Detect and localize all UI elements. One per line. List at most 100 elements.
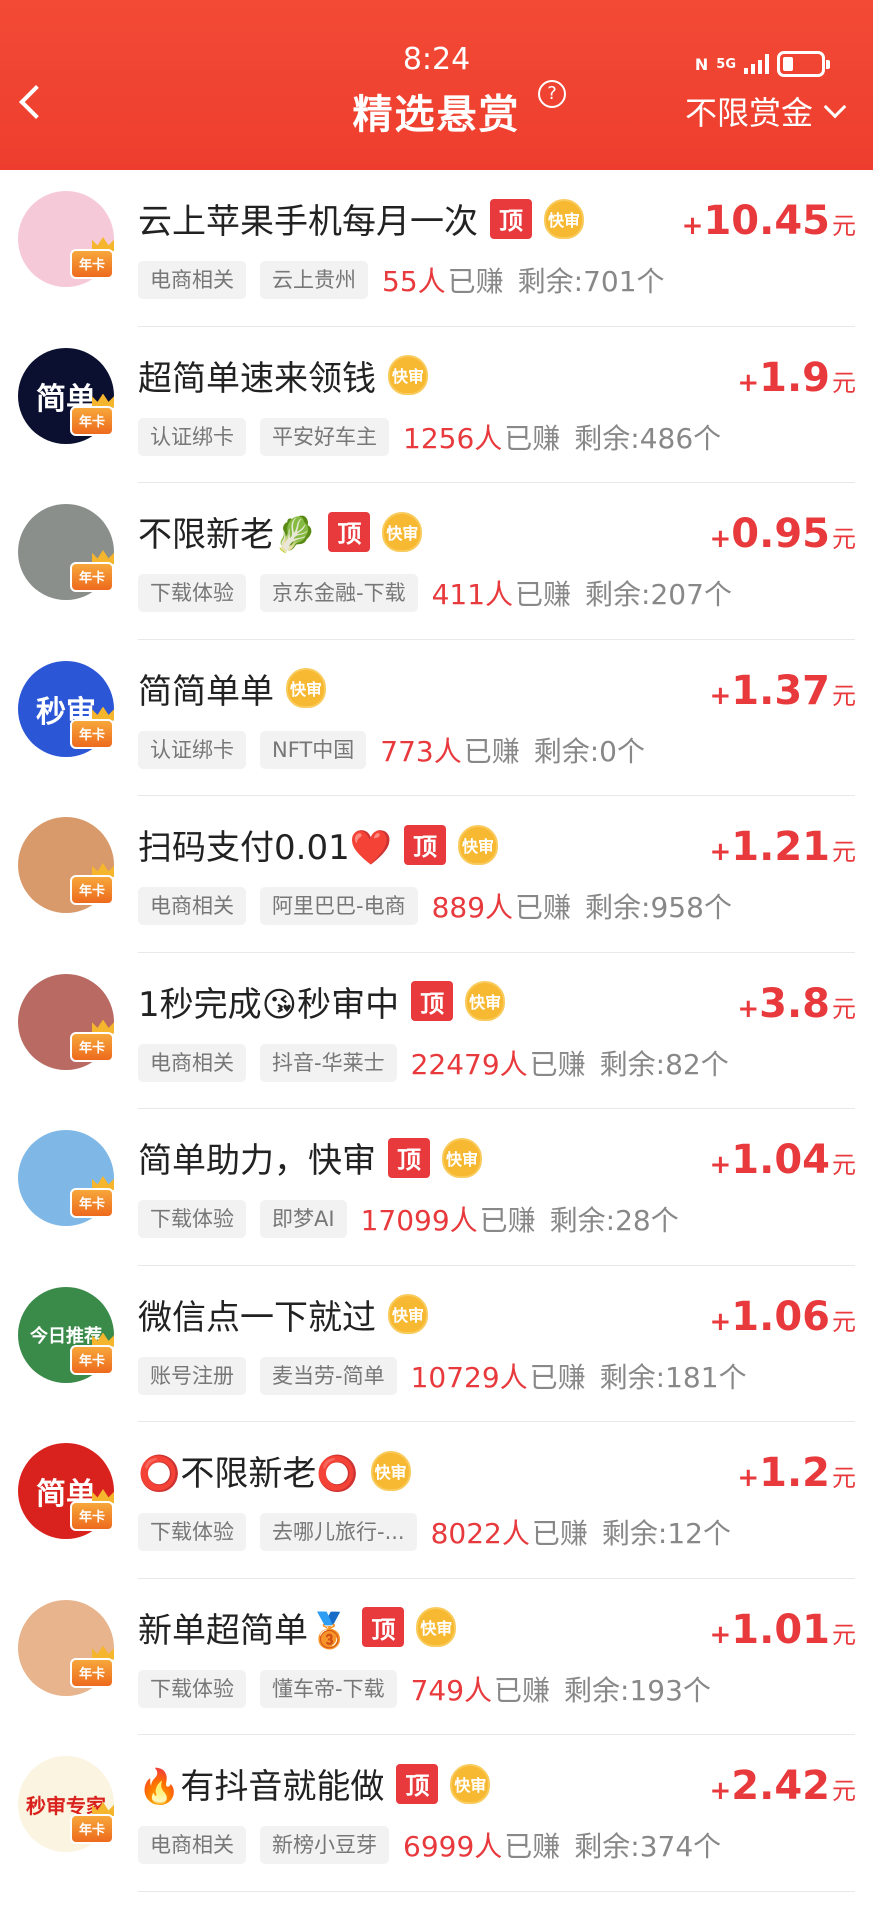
nfc-icon: N [694,54,709,74]
task-item[interactable]: 年卡 不限新老🥬 顶 快审 +0.95元 下载体验 京东金融-下载 411人 已… [0,483,873,640]
platform-tag: NFT中国 [260,730,367,769]
task-item[interactable]: 年卡 云上苹果手机每月一次 顶 快审 +10.45元 电商相关 云上贵州 55人… [0,170,873,327]
reward-amount: 1.9 [759,354,830,401]
task-item[interactable]: 秒审专家 年卡 🔥有抖音就能做 顶 快审 +2.42元 电商相关 新榜小豆芽 6… [0,1735,873,1892]
chevron-down-icon [823,95,847,119]
task-meta-row: 电商相关 抖音-华莱士 22479人 已赚 剩余:82个 [138,1043,729,1083]
reward-price: +1.21元 [710,824,857,870]
task-item[interactable]: 年卡 简单助力，快审 顶 快审 +1.04元 下载体验 即梦AI 17099人 … [0,1109,873,1266]
avatar: 年卡 [18,817,114,913]
category-tag: 认证绑卡 [138,417,246,456]
task-item[interactable]: 秒审 年卡 简简单单 快审 +1.37元 认证绑卡 NFT中国 773人 已赚 … [0,640,873,797]
task-title: 扫码支付0.01❤️ [138,828,393,868]
remain-value: 374 [639,1830,694,1863]
category-tag: 电商相关 [138,261,246,299]
remaining-count: 剩余:374个 [574,1825,721,1865]
remain-value: 207 [650,578,704,611]
currency-unit: 元 [832,994,856,1023]
fast-review-badge: 快审 [286,668,326,708]
remain-prefix: 剩余: [574,421,640,455]
remain-prefix: 剩余: [564,1673,630,1707]
remaining-count: 剩余:486个 [574,417,721,457]
remain-suffix: 个 [693,421,722,455]
earned-label: 已赚 [515,891,572,924]
plus-sign: + [709,680,732,711]
remaining-count: 剩余:181个 [600,1356,747,1396]
task-meta-row: 下载体验 即梦AI 17099人 已赚 剩余:28个 [138,1199,679,1239]
platform-tag: 阿里巴巴-电商 [260,887,418,925]
task-title: 简简单单 [138,671,274,712]
fast-review-badge: 快审 [382,511,423,552]
plus-sign: + [681,211,704,241]
fast-review-badge: 快审 [458,824,499,865]
task-item[interactable]: 年卡 新单超简单🥉 顶 快审 +1.01元 下载体验 懂车帝-下载 749人 已… [0,1579,873,1736]
earned-label: 已赚 [529,1360,586,1394]
task-title: 简单助力，快审 [138,1141,376,1181]
task-title-row: 新单超简单🥉 顶 快审 [138,1603,457,1652]
remain-suffix: 个 [682,1673,711,1707]
category-tag: 电商相关 [138,1826,246,1864]
fast-review-badge: 快审 [370,1450,411,1491]
category-tag: 下载体验 [138,1669,246,1708]
status-icons: N 5G [694,50,830,78]
top-badge: 顶 [388,1137,430,1178]
remain-value: 0 [599,734,617,768]
task-item[interactable]: 今日推荐 年卡 微信点一下就过 快审 +1.06元 账号注册 麦当劳-简单 10… [0,1266,873,1423]
avatar: 秒审专家 年卡 [18,1756,114,1852]
earned-count: 411人 [431,578,514,611]
category-tag: 认证绑卡 [138,730,246,769]
remain-prefix: 剩余: [585,578,651,611]
task-title-row: 扫码支付0.01❤️ 顶 快审 [138,820,499,869]
plus-sign: + [737,367,760,398]
remain-value: 193 [629,1673,683,1707]
task-title: 不限新老🥬 [138,515,317,555]
task-title: 云上苹果手机每月一次 [138,202,478,242]
earned-label: 已赚 [515,578,572,611]
remain-value: 486 [639,421,694,455]
avatar: 年卡 [18,191,114,287]
earned-count: 8022人 [430,1517,530,1550]
currency-unit: 元 [832,368,856,397]
fast-review-badge: 快审 [465,981,506,1021]
remaining-count: 剩余:207个 [585,573,732,613]
task-item[interactable]: 年卡 扫码支付0.01❤️ 顶 快审 +1.21元 电商相关 阿里巴巴-电商 8… [0,796,873,953]
task-item[interactable]: 简单 年卡 ⭕不限新老⭕ 快审 +1.2元 下载体验 去哪儿旅行-... 802… [0,1422,873,1579]
task-title-row: 🔥有抖音就能做 顶 快审 [138,1759,491,1808]
reward-filter-dropdown[interactable]: 不限赏金 [685,88,847,134]
earned-count: 773人 [380,734,462,768]
plus-sign: + [709,1150,732,1180]
remain-value: 701 [583,265,637,298]
task-item[interactable]: 年卡 1秒完成😘秒审中 顶 快审 +3.8元 电商相关 抖音-华莱士 22479… [0,953,873,1110]
task-meta-row: 认证绑卡 平安好车主 1256人 已赚 剩余:486个 [138,417,721,457]
remaining-count: 剩余:12个 [602,1512,731,1552]
remain-prefix: 剩余: [585,891,651,924]
remain-suffix: 个 [702,1517,731,1550]
remaining-count: 剩余:28个 [550,1199,679,1239]
platform-tag: 懂车帝-下载 [260,1669,397,1708]
remain-value: 958 [650,891,704,924]
task-title: 微信点一下就过 [138,1297,376,1338]
battery-icon [777,51,830,77]
platform-tag: 麦当劳-简单 [260,1356,397,1395]
remain-value: 12 [667,1517,703,1550]
plus-sign: + [709,1306,732,1337]
reward-price: +2.42元 [710,1763,857,1809]
remain-suffix: 个 [703,578,732,611]
help-icon[interactable]: ? [538,80,566,108]
year-card-badge: 年卡 [70,718,114,749]
task-item[interactable]: 简单 年卡 超简单速来领钱 快审 +1.9元 认证绑卡 平安好车主 1256人 … [0,327,873,484]
task-meta-row: 下载体验 懂车帝-下载 749人 已赚 剩余:193个 [138,1669,711,1709]
task-meta-row: 下载体验 京东金融-下载 411人 已赚 剩余:207个 [138,573,732,613]
category-tag: 账号注册 [138,1356,246,1395]
remain-suffix: 个 [703,891,732,924]
earned-label: 已赚 [494,1673,551,1707]
plus-sign: + [737,1463,760,1493]
avatar: 年卡 [18,504,114,600]
task-title: ⭕不限新老⭕ [138,1454,359,1494]
plus-sign: + [709,1776,732,1806]
task-meta-row: 认证绑卡 NFT中国 773人 已赚 剩余:0个 [138,730,645,770]
earned-count: 1256人 [403,421,503,455]
earned-label: 已赚 [479,1204,536,1237]
year-card-badge: 年卡 [70,1031,114,1062]
remain-prefix: 剩余: [599,1047,666,1081]
